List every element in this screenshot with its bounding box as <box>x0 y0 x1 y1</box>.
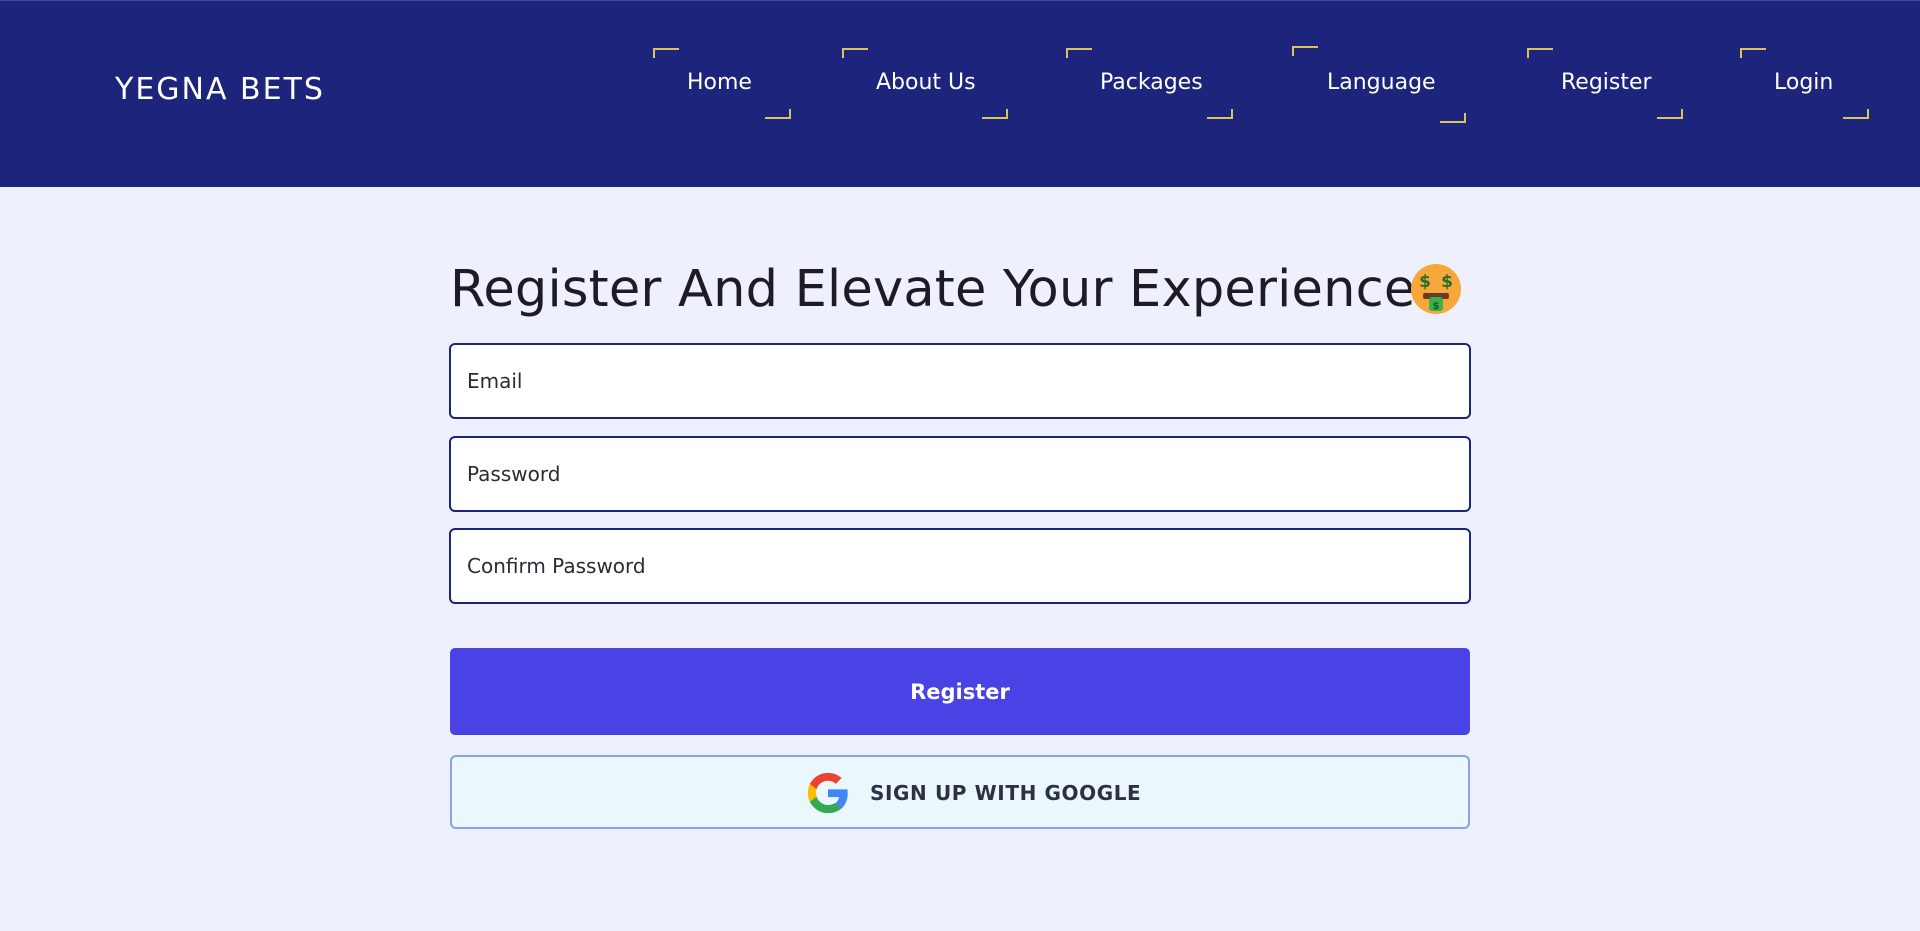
nav-packages[interactable]: Packages <box>1066 1 1241 188</box>
password-field[interactable] <box>449 436 1471 512</box>
register-button[interactable]: Register <box>450 648 1470 735</box>
header: YEGNA BETS Home About Us Packages Langua… <box>0 0 1920 187</box>
corner-top-left <box>842 48 868 58</box>
google-signup-label: SIGN UP WITH GOOGLE <box>870 781 1142 805</box>
corner-bottom-right <box>1657 109 1683 119</box>
nav-login[interactable]: Login <box>1740 1 1873 188</box>
corner-bottom-right <box>1440 113 1466 123</box>
corner-bottom-right <box>1207 109 1233 119</box>
corner-top-left <box>1292 46 1318 56</box>
page-title: Register And Elevate Your Experience! <box>450 260 1437 319</box>
corner-bottom-right <box>982 109 1008 119</box>
google-signup-button[interactable]: SIGN UP WITH GOOGLE <box>450 755 1470 829</box>
svg-text:$: $ <box>1419 272 1431 292</box>
corner-top-left <box>1527 48 1553 58</box>
google-icon <box>807 772 848 814</box>
corner-top-left <box>1740 48 1766 58</box>
svg-text:$: $ <box>1433 301 1440 312</box>
nav-register-label: Register <box>1561 70 1652 95</box>
nav-home-label: Home <box>687 70 752 95</box>
corner-top-left <box>653 48 679 58</box>
nav-register[interactable]: Register <box>1527 1 1689 188</box>
brand-logo[interactable]: YEGNA BETS <box>115 72 325 107</box>
money-mouth-face-icon: $ $ $ <box>1411 264 1461 314</box>
confirm-password-field[interactable] <box>449 528 1471 604</box>
svg-text:$: $ <box>1441 272 1453 292</box>
nav-home[interactable]: Home <box>653 1 791 188</box>
corner-top-left <box>1066 48 1092 58</box>
nav-login-label: Login <box>1774 70 1834 95</box>
nav-about-us[interactable]: About Us <box>842 1 1015 188</box>
nav-language[interactable]: Language <box>1292 1 1476 188</box>
nav-packages-label: Packages <box>1100 70 1203 95</box>
nav-about-us-label: About Us <box>876 70 976 95</box>
email-field[interactable] <box>449 343 1471 419</box>
corner-bottom-right <box>765 109 791 119</box>
nav-language-label: Language <box>1327 70 1436 95</box>
form-title-row: Register And Elevate Your Experience! $ … <box>450 258 1470 328</box>
corner-bottom-right <box>1843 109 1869 119</box>
